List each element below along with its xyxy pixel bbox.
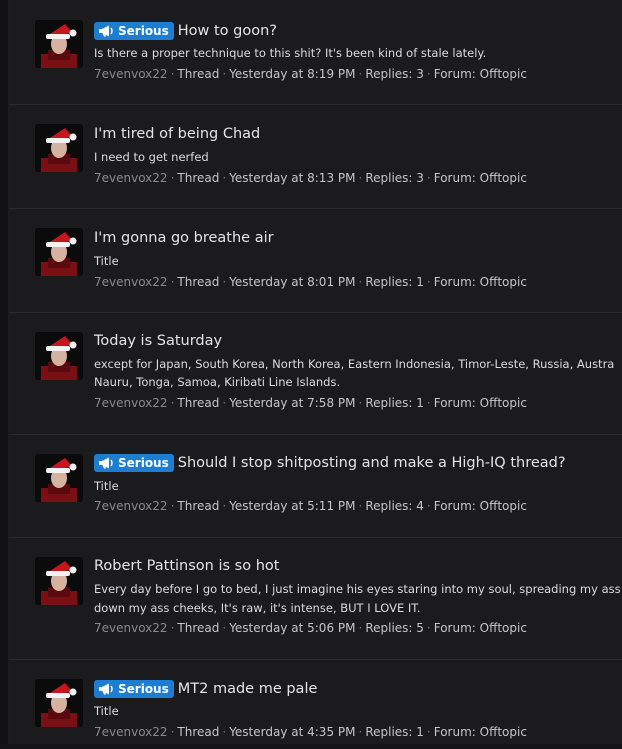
thread-title-link[interactable]: Today is Saturday [94,333,222,349]
thread-title-link[interactable]: MT2 made me pale [178,681,318,697]
serious-prefix-badge[interactable]: Serious [94,680,174,698]
list-item: Robert Pattinson is so hot Every day bef… [9,537,622,660]
content-type: Thread [177,67,220,81]
author-link[interactable]: 7evenvox22 [94,67,168,81]
content-type: Thread [177,621,220,635]
result-meta: 7evenvox22 · Thread · Yesterday at 8:01 PM · R… [94,275,527,289]
thread-title-link[interactable]: How to goon? [178,23,277,39]
serious-prefix-badge[interactable]: Serious [94,22,174,40]
content-type: Thread [177,275,220,289]
result-meta: 7evenvox22 · Thread · Yesterday at 8:13 PM · R… [94,171,527,185]
snippet-line: except for Japan, South Korea, North Kor… [94,357,615,371]
thread-title-link[interactable]: Robert Pattinson is so hot [94,558,279,574]
avatar[interactable] [35,454,83,502]
author-link[interactable]: 7evenvox22 [94,171,168,185]
list-item: Serious MT2 made me pale Title 7evenvox2… [9,659,622,749]
avatar[interactable] [35,557,83,605]
list-item: Serious How to goon? Is there a proper t… [9,0,622,105]
replies-count: Replies: 3 [365,171,424,185]
thread-title-link[interactable]: I'm gonna go breathe air [94,230,274,246]
post-date: Yesterday at 8:13 PM [229,171,356,185]
author-link[interactable]: 7evenvox22 [94,499,168,513]
result-meta: 7evenvox22 · Thread · Yesterday at 8:19 PM · R… [94,67,527,81]
left-sidebar-strip [0,0,9,744]
replies-count: Replies: 3 [365,67,424,81]
content-type: Thread [177,725,220,739]
list-item: I'm tired of being Chad I need to get ne… [9,104,622,209]
avatar[interactable] [35,679,83,727]
forum-link[interactable]: Forum: Offtopic [434,67,527,81]
snippet-line: Title [94,254,119,268]
forum-link[interactable]: Forum: Offtopic [434,499,527,513]
post-date: Yesterday at 5:06 PM [229,621,356,635]
snippet-line: Is there a proper technique to this shit… [94,46,487,60]
serious-prefix-badge[interactable]: Serious [94,454,174,472]
forum-link[interactable]: Forum: Offtopic [434,396,527,410]
content-type: Thread [177,499,220,513]
prefix-label: Serious [118,24,169,38]
author-link[interactable]: 7evenvox22 [94,396,168,410]
thread-title-link[interactable]: Should I stop shitposting and make a Hig… [178,455,566,471]
author-link[interactable]: 7evenvox22 [94,621,168,635]
list-item: Serious Should I stop shitposting and ma… [9,434,622,538]
snippet-line: Every day before I go to bed, I just ima… [94,582,621,596]
author-link[interactable]: 7evenvox22 [94,725,168,739]
replies-count: Replies: 1 [365,275,424,289]
forum-link[interactable]: Forum: Offtopic [434,275,527,289]
search-results-list: Serious How to goon? Is there a proper t… [9,0,622,744]
snippet-line: Title [94,479,119,493]
forum-link[interactable]: Forum: Offtopic [434,171,527,185]
replies-count: Replies: 1 [365,725,424,739]
post-date: Yesterday at 7:58 PM [229,396,356,410]
post-date: Yesterday at 4:35 PM [229,725,356,739]
megaphone-icon [99,683,113,695]
content-type: Thread [177,396,220,410]
content-type: Thread [177,171,220,185]
replies-count: Replies: 4 [365,499,424,513]
snippet-line: Title [94,704,119,718]
list-item: I'm gonna go breathe air Title 7evenvox2… [9,208,622,313]
author-link[interactable]: 7evenvox22 [94,275,168,289]
result-meta: 7evenvox22 · Thread · Yesterday at 4:35 PM · R… [94,725,527,739]
post-date: Yesterday at 8:01 PM [229,275,356,289]
result-meta: 7evenvox22 · Thread · Yesterday at 5:11 PM · R… [94,499,527,513]
list-item: Today is Saturday except for Japan, Sout… [9,312,622,435]
avatar[interactable] [35,20,83,68]
snippet-line: I need to get nerfed [94,150,209,164]
forum-link[interactable]: Forum: Offtopic [434,725,527,739]
megaphone-icon [99,457,113,469]
replies-count: Replies: 1 [365,396,424,410]
avatar[interactable] [35,124,83,172]
result-meta: 7evenvox22 · Thread · Yesterday at 7:58 PM · R… [94,396,527,410]
forum-link[interactable]: Forum: Offtopic [434,621,527,635]
megaphone-icon [99,25,113,37]
snippet-line: Nauru, Tonga, Samoa, Kiribati Line Islan… [94,375,341,389]
prefix-label: Serious [118,456,169,470]
replies-count: Replies: 5 [365,621,424,635]
snippet-line: down my ass cheeks, It's raw, it's inten… [94,601,421,615]
post-date: Yesterday at 5:11 PM [229,499,356,513]
prefix-label: Serious [118,682,169,696]
result-meta: 7evenvox22 · Thread · Yesterday at 5:06 PM · R… [94,621,527,635]
thread-title-link[interactable]: I'm tired of being Chad [94,126,260,142]
avatar[interactable] [35,228,83,276]
avatar[interactable] [35,332,83,380]
post-date: Yesterday at 8:19 PM [229,67,356,81]
